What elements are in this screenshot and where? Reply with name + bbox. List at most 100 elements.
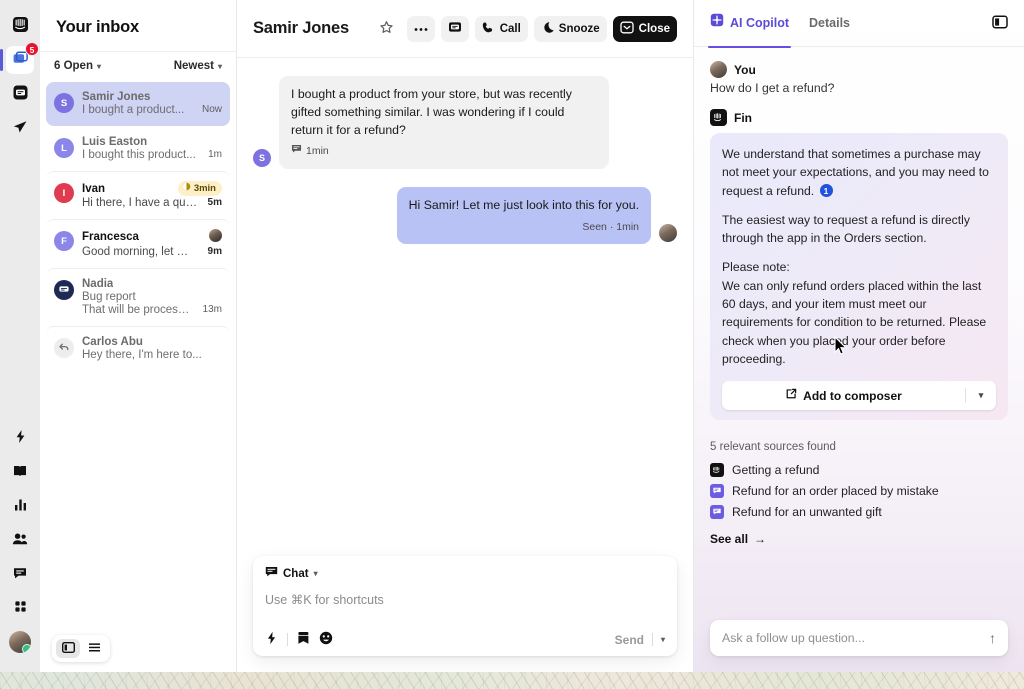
add-to-composer-button[interactable]: Add to composer ▾ <box>722 381 996 410</box>
conversation-actions: Call Snooze Close <box>372 16 677 42</box>
list-item[interactable]: L Luis Easton I bought this product... 1… <box>46 126 230 171</box>
copilot-ask-input[interactable]: Ask a follow up question... ↑ <box>710 620 1008 656</box>
chevron-down-icon: ▾ <box>314 569 318 578</box>
citation-badge[interactable]: 1 <box>820 184 833 197</box>
bar-chart-icon <box>13 497 28 515</box>
list-item-time: 9m <box>204 246 222 257</box>
chevron-down-icon[interactable]: ▾ <box>661 635 665 644</box>
list-item-bottom-row: Hey there, I'm here to... <box>82 348 222 361</box>
emoji-icon[interactable] <box>319 631 333 648</box>
call-label: Call <box>500 23 521 35</box>
list-item-bottom-row: Good morning, let me... 9m <box>82 245 222 258</box>
source-item[interactable]: Getting a refund <box>710 460 1008 481</box>
view-toggle-group <box>52 635 110 662</box>
call-button[interactable]: Call <box>475 16 528 42</box>
add-to-composer-dropdown[interactable]: ▾ <box>966 389 996 403</box>
list-item-bottom-row: I bought a product... Now <box>82 103 222 116</box>
nav-knowledge[interactable] <box>6 458 34 486</box>
add-to-composer-main[interactable]: Add to composer <box>722 381 965 410</box>
mouse-cursor <box>834 336 848 356</box>
close-label: Close <box>639 23 670 35</box>
convert-to-ticket-button[interactable] <box>441 16 469 42</box>
composer-input[interactable]: Use ⌘K for shortcuts <box>265 581 665 625</box>
list-item-body: Nadia Bug report That will be processe..… <box>82 278 222 316</box>
list-view-icon <box>88 641 101 656</box>
avatar-initial: S <box>259 153 265 163</box>
nav-reports[interactable] <box>6 492 34 520</box>
list-item[interactable]: Nadia Bug report That will be processe..… <box>46 268 230 326</box>
composer-channel-selector[interactable]: Chat ▾ <box>265 566 665 581</box>
snooze-label: Snooze <box>559 23 600 35</box>
message-bubble: Hi Samir! Let me just look into this for… <box>397 187 651 244</box>
avatar: I <box>54 183 74 203</box>
message-meta: 1min <box>291 144 597 159</box>
add-to-composer-label: Add to composer <box>803 387 902 405</box>
chevron-down-icon: ▾ <box>218 62 222 71</box>
close-conversation-icon <box>620 21 634 37</box>
sla-badge: 3min <box>174 181 222 196</box>
inbox-filter-bar: 6 Open ▾ Newest ▾ <box>40 51 236 82</box>
nav-logo[interactable] <box>6 12 34 40</box>
arrow-up-icon[interactable]: ↑ <box>989 630 996 646</box>
close-button[interactable]: Close <box>613 16 677 42</box>
panel-collapse-button[interactable] <box>992 15 1008 32</box>
filter-sort-dropdown[interactable]: Newest ▾ <box>174 60 222 72</box>
chat-channel-icon <box>291 144 302 159</box>
list-item-preview: Good morning, let me... <box>82 246 198 258</box>
external-link-icon <box>785 387 797 405</box>
list-item[interactable]: S Samir Jones I bought a product... Now <box>46 82 230 126</box>
user-avatar-button[interactable] <box>6 628 34 656</box>
list-item-body: Francesca Good morning, let me... 9m <box>82 229 222 258</box>
nav-outbound[interactable] <box>6 114 34 142</box>
composer-toolbar: Send ▾ <box>265 625 665 648</box>
list-item-time: 1m <box>204 149 222 160</box>
filter-open-dropdown[interactable]: 6 Open ▾ <box>54 60 101 72</box>
more-actions-button[interactable] <box>407 16 435 42</box>
moon-icon <box>541 21 554 37</box>
source-item[interactable]: Refund for an unwanted gift <box>710 502 1008 523</box>
send-group[interactable]: Send ▾ <box>615 633 665 647</box>
avatar: F <box>54 231 74 251</box>
reply-composer[interactable]: Chat ▾ Use ⌘K for shortcuts Send ▾ <box>253 556 677 656</box>
list-item[interactable]: I Ivan 3min <box>46 171 230 219</box>
star-icon <box>379 20 394 38</box>
list-item-body: Luis Easton I bought this product... 1m <box>82 136 222 161</box>
ticket-icon <box>448 21 462 36</box>
status-badge: 3min <box>178 181 222 196</box>
split-view-button[interactable] <box>56 639 80 658</box>
list-item[interactable]: Carlos Abu Hey there, I'm here to... <box>46 326 230 371</box>
list-view-button[interactable] <box>82 639 106 658</box>
see-all-sources-link[interactable]: See all → <box>710 532 1008 546</box>
source-item[interactable]: Refund for an order placed by mistake <box>710 481 1008 502</box>
chat-bubble-icon <box>12 565 28 584</box>
nav-inbox[interactable]: 5 <box>6 46 34 74</box>
list-item-preview: Hey there, I'm here to... <box>82 349 202 361</box>
nav-automations[interactable] <box>6 424 34 452</box>
composer-channel-label: Chat <box>283 568 309 580</box>
nav-messenger[interactable] <box>6 560 34 588</box>
saved-reply-icon[interactable] <box>297 631 310 648</box>
chat-channel-icon <box>265 566 278 581</box>
answer-text: We understand that sometimes a purchase … <box>722 147 989 198</box>
lightning-icon[interactable] <box>265 631 278 648</box>
conversation-panel: Samir Jones <box>237 0 694 672</box>
snooze-button[interactable]: Snooze <box>534 16 607 42</box>
copilot-assistant-name: Fin <box>734 111 752 125</box>
copilot-conversation: You How do I get a refund? Fin We unders… <box>694 47 1024 620</box>
page-title: Your inbox <box>40 0 236 51</box>
nav-apps[interactable] <box>6 594 34 622</box>
tab-details[interactable]: Details <box>809 0 850 47</box>
message-bubble: I bought a product from your store, but … <box>279 76 609 169</box>
nav-tickets[interactable] <box>6 80 34 108</box>
message-text: I bought a product from your store, but … <box>291 86 597 139</box>
list-item-name: Francesca <box>82 231 139 243</box>
list-item[interactable]: F Francesca Good morning, let me... 9m <box>46 219 230 268</box>
phone-icon <box>482 21 495 37</box>
star-button[interactable] <box>372 16 401 42</box>
list-item-name: Samir Jones <box>82 91 150 103</box>
copilot-assistant-row: Fin <box>710 109 1008 126</box>
nav-contacts[interactable] <box>6 526 34 554</box>
sources-heading: 5 relevant sources found <box>710 441 1008 453</box>
list-item-name: Nadia <box>82 278 113 290</box>
tab-ai-copilot[interactable]: AI Copilot <box>710 0 789 47</box>
